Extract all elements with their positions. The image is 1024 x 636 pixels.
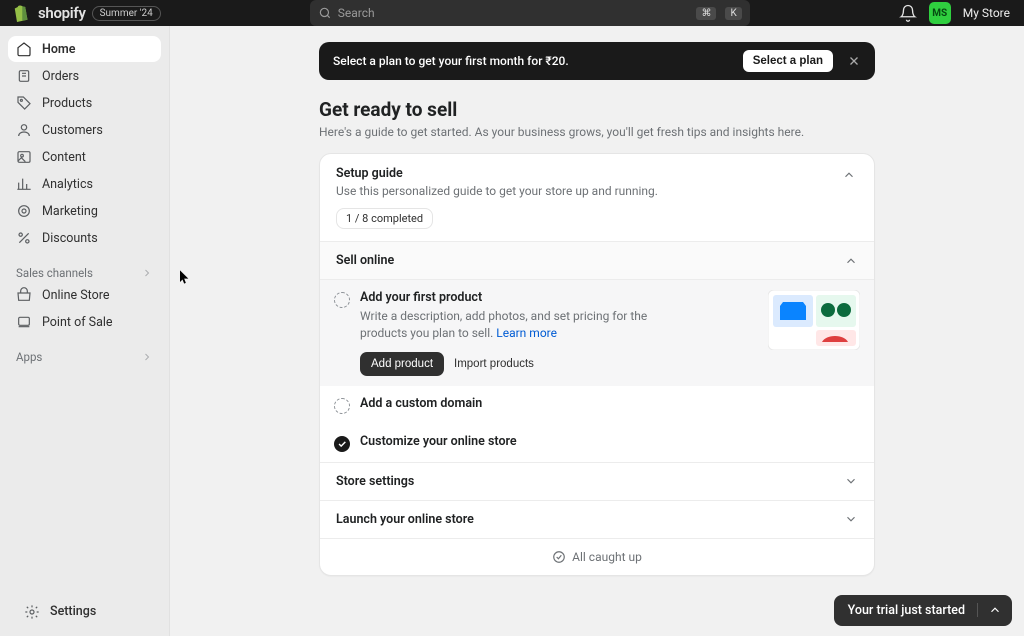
progress-badge: 1 / 8 completed (336, 208, 433, 229)
task-add-custom-domain[interactable]: Add a custom domain (320, 386, 874, 424)
brand-block[interactable]: shopify Summer '24 (14, 4, 161, 22)
topbar: shopify Summer '24 Search ⌘ K MS My Stor… (0, 0, 1024, 26)
pos-icon (16, 314, 32, 330)
guide-title: Setup guide (336, 166, 840, 181)
store-icon (16, 287, 32, 303)
kbd-cmd: ⌘ (696, 7, 716, 20)
home-icon (16, 41, 32, 57)
main-content: Select a plan to get your first month fo… (170, 26, 1024, 636)
sidebar-item-discounts[interactable]: Discounts (8, 225, 161, 251)
sidebar-item-label: Content (42, 150, 86, 165)
sidebar-item-online-store[interactable]: Online Store (8, 282, 161, 308)
sales-channels-header[interactable]: Sales channels (8, 260, 161, 282)
person-icon (16, 122, 32, 138)
sidebar: Home Orders Products Customers Content (0, 26, 170, 636)
sidebar-item-marketing[interactable]: Marketing (8, 198, 161, 224)
plan-banner: Select a plan to get your first month fo… (319, 42, 875, 80)
sidebar-item-label: Point of Sale (42, 315, 113, 330)
close-banner-button[interactable] (843, 50, 865, 72)
sidebar-item-label: Online Store (42, 288, 109, 303)
sidebar-item-point-of-sale[interactable]: Point of Sale (8, 309, 161, 335)
brand-text: shopify (38, 4, 86, 22)
search-placeholder: Search (338, 6, 688, 20)
store-avatar[interactable]: MS (929, 2, 951, 24)
search-input[interactable]: Search ⌘ K (310, 0, 750, 26)
trial-snackbar[interactable]: Your trial just started (834, 595, 1012, 626)
task-title: Add your first product (360, 290, 690, 305)
task-title: Add a custom domain (360, 396, 482, 411)
task-add-first-product[interactable]: Add your first product Write a descripti… (320, 280, 874, 386)
task-title: Customize your online store (360, 434, 517, 449)
task-description: Write a description, add photos, and set… (360, 308, 690, 342)
learn-more-link[interactable]: Learn more (496, 326, 557, 340)
chevron-down-icon (844, 474, 858, 488)
sidebar-item-label: Customers (42, 123, 103, 138)
chart-icon (16, 176, 32, 192)
sidebar-item-label: Home (42, 42, 76, 57)
plan-banner-text: Select a plan to get your first month fo… (333, 54, 733, 68)
add-product-button[interactable]: Add product (360, 352, 444, 376)
chevron-right-icon (141, 351, 153, 363)
store-name[interactable]: My Store (963, 6, 1010, 20)
trial-expand-button[interactable] (977, 603, 1002, 617)
image-icon (16, 149, 32, 165)
sidebar-item-label: Analytics (42, 177, 93, 192)
task-status-icon (334, 398, 350, 414)
season-badge: Summer '24 (92, 6, 161, 21)
bell-icon[interactable] (899, 4, 917, 22)
product-illustration (768, 290, 860, 354)
sidebar-item-label: Marketing (42, 204, 98, 219)
sidebar-item-settings[interactable]: Settings (16, 599, 153, 625)
percent-icon (16, 230, 32, 246)
task-customize-store[interactable]: Customize your online store (320, 424, 874, 462)
sidebar-item-orders[interactable]: Orders (8, 63, 161, 89)
page-title: Get ready to sell (319, 98, 875, 121)
sidebar-item-label: Settings (50, 604, 96, 619)
orders-icon (16, 68, 32, 84)
guide-subtitle: Use this personalized guide to get your … (336, 184, 840, 198)
chevron-up-icon (844, 254, 858, 268)
gear-icon (24, 604, 40, 620)
chevron-up-icon (842, 168, 856, 182)
kbd-k: K (725, 7, 741, 20)
section-sell-online[interactable]: Sell online (320, 241, 874, 279)
sidebar-item-customers[interactable]: Customers (8, 117, 161, 143)
apps-header[interactable]: Apps (8, 344, 161, 366)
sidebar-item-content[interactable]: Content (8, 144, 161, 170)
target-icon (16, 203, 32, 219)
tag-icon (16, 95, 32, 111)
section-launch-store[interactable]: Launch your online store (320, 500, 874, 538)
sidebar-item-analytics[interactable]: Analytics (8, 171, 161, 197)
section-store-settings[interactable]: Store settings (320, 462, 874, 500)
import-products-button[interactable]: Import products (454, 358, 534, 370)
trial-text: Your trial just started (848, 603, 965, 618)
task-complete-icon (334, 436, 350, 452)
chevron-right-icon (141, 267, 153, 279)
chevron-up-icon (988, 603, 1002, 617)
sidebar-item-products[interactable]: Products (8, 90, 161, 116)
select-plan-button[interactable]: Select a plan (743, 50, 833, 72)
chevron-down-icon (844, 512, 858, 526)
setup-guide-card: Setup guide Use this personalized guide … (319, 153, 875, 576)
collapse-guide-button[interactable] (840, 166, 858, 188)
sidebar-item-label: Products (42, 96, 92, 111)
close-icon (847, 54, 861, 68)
caught-up-row: All caught up (320, 538, 874, 575)
check-circle-icon (552, 550, 566, 564)
sidebar-item-home[interactable]: Home (8, 36, 161, 62)
page-subtitle: Here's a guide to get started. As your b… (319, 125, 875, 139)
sidebar-item-label: Discounts (42, 231, 98, 246)
search-icon (318, 6, 332, 20)
task-status-icon (334, 292, 350, 308)
shopify-logo-icon (14, 4, 32, 22)
sidebar-item-label: Orders (42, 69, 79, 84)
